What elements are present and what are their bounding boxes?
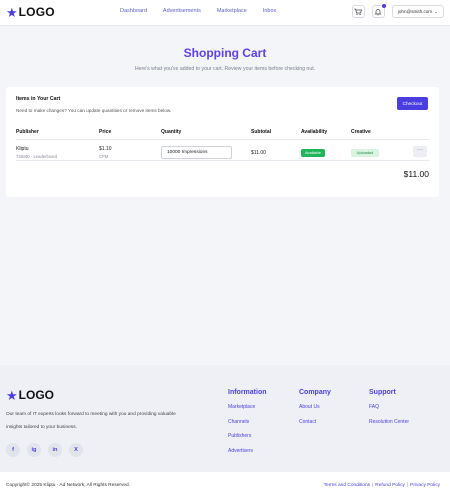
availability-badge: Available (301, 149, 325, 157)
footer-link-channels[interactable]: Channels (228, 419, 267, 425)
footer-heading: Support (369, 389, 396, 396)
footer-description: Our team of IT experts looks forward to … (6, 412, 176, 430)
column-header-quantity: Quantity (161, 129, 182, 135)
table-divider (16, 139, 429, 140)
footer-column-company: Company About Us Contact (299, 389, 331, 433)
checkout-button[interactable]: Checkout (397, 97, 428, 110)
price-value: $1.10 (99, 146, 112, 152)
top-nav: ★ LOGO Dashboard Advertisements Marketpl… (0, 0, 450, 26)
social-links: f ig in X (6, 443, 83, 457)
price-unit: CPM (99, 154, 109, 159)
nav-link-inbox[interactable]: Inbox (263, 8, 276, 14)
footer-logo[interactable]: ★ LOGO (6, 388, 54, 402)
footer-link-advertisers[interactable]: Advertisers (228, 448, 267, 454)
separator: | (406, 483, 409, 488)
star-icon: ★ (6, 4, 18, 20)
cart-button[interactable] (351, 5, 365, 18)
cart-heading: Items in Your Cart (16, 96, 61, 102)
column-header-creative: Creative (351, 129, 371, 135)
legal-links: Terms and Conditions | Refund Policy | P… (324, 483, 440, 488)
creative-status-badge: Uploaded (351, 149, 379, 157)
logo-text: LOGO (18, 5, 55, 19)
footer-link-contact[interactable]: Contact (299, 419, 331, 425)
notification-dot (381, 4, 386, 8)
footer-link-about-us[interactable]: About Us (299, 404, 331, 410)
footer-logo-text: LOGO (18, 388, 54, 402)
nav-link-dashboard[interactable]: Dashboard (120, 8, 147, 14)
nav-links: Dashboard Advertisements Marketplace Inb… (120, 8, 276, 14)
table-divider (16, 160, 429, 161)
more-options-button[interactable]: ··· (413, 146, 427, 157)
logo[interactable]: ★ LOGO (6, 5, 55, 19)
footer-column-information: Information Marketplace Channels Publish… (228, 389, 267, 462)
footer-link-faq[interactable]: FAQ (369, 404, 409, 410)
terms-link[interactable]: Terms and Conditions (324, 483, 370, 488)
subtotal-value: $11.00 (251, 150, 266, 156)
chevron-down-icon: ⌄ (434, 8, 438, 14)
page-subtitle: Here's what you've added to your cart. R… (134, 66, 316, 72)
cart-card: Items in Your Cart Need to make changes?… (6, 87, 439, 197)
notification-button[interactable] (371, 4, 386, 18)
linkedin-icon[interactable]: in (48, 443, 62, 457)
refund-policy-link[interactable]: Refund Policy (375, 483, 405, 488)
user-email: john@smith.com (397, 9, 433, 14)
publisher-name[interactable]: Kliptu (16, 146, 29, 152)
bell-icon (375, 8, 382, 15)
x-icon[interactable]: X (69, 443, 83, 457)
footer-column-support: Support FAQ Resolution Center (369, 389, 409, 433)
column-header-availability: Availability (301, 129, 328, 135)
star-icon: ★ (6, 387, 18, 403)
ad-format: 728x90 - Leaderboard (16, 154, 58, 159)
cart-header: Items in Your Cart Need to make changes?… (16, 96, 171, 113)
column-header-publisher: Publisher (16, 129, 39, 135)
instagram-icon[interactable]: ig (27, 443, 41, 457)
privacy-policy-link[interactable]: Privacy Policy (410, 483, 440, 488)
quantity-input[interactable]: 10000 Impressions (161, 146, 232, 159)
footer: ★ LOGO Our team of IT experts looks forw… (0, 365, 450, 472)
column-header-price: Price (99, 129, 112, 135)
facebook-icon[interactable]: f (6, 443, 20, 457)
page-title: Shopping Cart (183, 46, 267, 60)
cart-icon (354, 8, 363, 15)
bottom-bar: Copyright© 2025 Kliptu - Ad Network, All… (0, 472, 450, 500)
footer-link-resolution-center[interactable]: Resolution Center (369, 419, 409, 425)
separator: | (372, 483, 374, 488)
nav-link-advertisements[interactable]: Advertisements (163, 8, 201, 14)
cart-total: $11.00 (403, 169, 429, 179)
footer-link-marketplace[interactable]: Marketplace (228, 404, 267, 410)
column-header-subtotal: Subtotal (251, 129, 271, 135)
footer-heading: Information (228, 389, 267, 396)
nav-link-marketplace[interactable]: Marketplace (217, 8, 247, 14)
footer-link-publishers[interactable]: Publishers (228, 433, 267, 439)
copyright-text: Copyright© 2025 Kliptu - Ad Network, All… (6, 483, 131, 488)
nav-actions: john@smith.com ⌄ (351, 4, 444, 18)
cart-description: Need to make changes? You can update qua… (16, 108, 172, 113)
user-menu-button[interactable]: john@smith.com ⌄ (391, 5, 444, 18)
footer-heading: Company (299, 389, 331, 396)
